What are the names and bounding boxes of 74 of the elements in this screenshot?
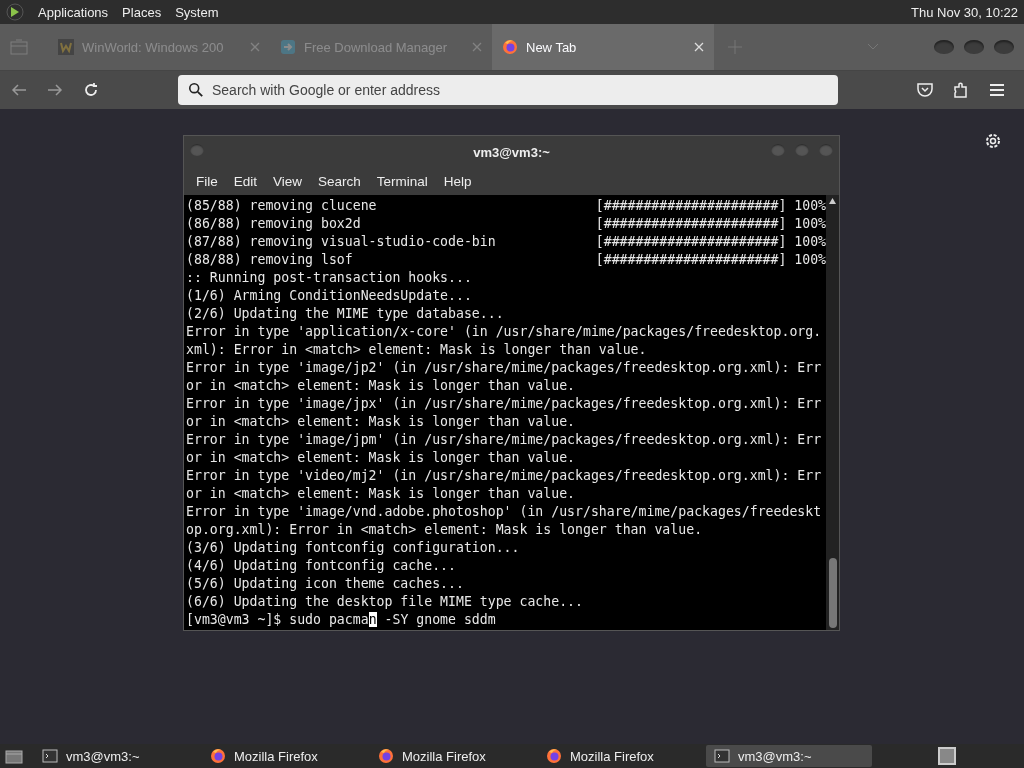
taskbar-button[interactable]: vm3@vm3:~: [34, 745, 200, 767]
browser-tab[interactable]: New Tab: [492, 24, 714, 70]
terminal-line: Error in type 'image/jp2' (in /usr/share/mime/packages/freedesktop.org.xml): Err: [186, 359, 823, 377]
address-field[interactable]: Search with Google or enter address: [178, 75, 838, 105]
scrollbar[interactable]: [826, 195, 839, 630]
letter-logo-icon: [58, 39, 74, 55]
terminal-line: (85/88) removing clucene: [186, 197, 377, 215]
terminal-line: Error in type 'image/vnd.adobe.photoshop' (in /usr/share/mime/packages/freedeskt: [186, 503, 823, 521]
workspace-switcher[interactable]: [938, 747, 956, 765]
firefox-icon: [546, 748, 562, 764]
menu-item[interactable]: File: [188, 174, 226, 189]
menu-item[interactable]: Help: [435, 174, 480, 189]
terminal-line: (88/88) removing lsof: [186, 251, 353, 269]
menu-item[interactable]: Edit: [225, 174, 266, 189]
scrollbar-thumb[interactable]: [829, 558, 838, 628]
window-button[interactable]: [771, 144, 785, 156]
terminal-line: (4/6) Updating fontconfig cache...: [186, 557, 457, 575]
pocket-icon[interactable]: [916, 81, 934, 99]
terminal-line: (86/88) removing box2d: [186, 215, 361, 233]
menu-item[interactable]: Search: [310, 174, 369, 189]
terminal-line: (1/6) Arming ConditionNeedsUpdate...: [186, 287, 473, 305]
terminal-line: Error in type 'image/jpx' (in /usr/share/mime/packages/freedesktop.org.xml): Err: [186, 395, 823, 413]
firefox-icon: [502, 39, 518, 55]
terminal-line: (3/6) Updating fontconfig configuration...: [186, 539, 521, 557]
terminal-line: or in <match> element: Mask is longer than value.: [186, 377, 577, 395]
terminal-line: Error in type 'application/x-core' (in /usr/share/mime/packages/freedesktop.org.: [186, 323, 823, 341]
terminal-line: (87/88) removing visual-studio-code-bin: [186, 233, 496, 251]
terminal-line: :: Running post-transaction hooks...: [186, 269, 473, 287]
taskbar-button[interactable]: Mozilla Firefox: [202, 745, 368, 767]
terminal-icon: [42, 748, 58, 764]
menu-icon[interactable]: [988, 81, 1006, 99]
progress-text: [######################] 100%: [595, 233, 827, 251]
command-line[interactable]: [vm3@vm3 ~]$ sudo pacman -SY gnome sddm: [186, 611, 827, 629]
terminal-line: (2/6) Updating the MIME type database...: [186, 305, 505, 323]
panel-menu[interactable]: Places: [122, 4, 162, 20]
panel-menu[interactable]: System: [175, 4, 219, 20]
window-button[interactable]: [819, 144, 833, 156]
taskbar-button[interactable]: Mozilla Firefox: [370, 745, 536, 767]
progress-text: [######################] 100%: [595, 251, 827, 269]
search-icon: [188, 82, 204, 98]
window-button[interactable]: [795, 144, 809, 156]
close-icon[interactable]: [694, 42, 704, 52]
terminal-line: xml): Error in <match> element: Mask is longer than value.: [186, 341, 648, 359]
window-button[interactable]: [964, 40, 984, 54]
download-manager-icon: [280, 39, 296, 55]
terminal-line: Error in type 'image/jpm' (in /usr/share/mime/packages/freedesktop.org.xml): Err: [186, 431, 823, 449]
terminal-line: or in <match> element: Mask is longer than value.: [186, 413, 577, 431]
firefox-icon: [378, 748, 394, 764]
taskbar-button[interactable]: vm3@vm3:~: [706, 745, 872, 767]
taskbar-button[interactable]: Mozilla Firefox: [538, 745, 704, 767]
puzzle-icon[interactable]: [952, 81, 970, 99]
window-button[interactable]: [994, 40, 1014, 54]
window-title: vm3@vm3:~: [473, 144, 550, 160]
progress-text: [######################] 100%: [595, 197, 827, 215]
terminal-icon: [714, 748, 730, 764]
settings-icon[interactable]: [984, 132, 1002, 150]
terminal-line: or in <match> element: Mask is longer than value.: [186, 485, 577, 503]
menu-item[interactable]: Terminal: [368, 174, 436, 189]
terminal-line: op.org.xml): Error in <match> element: Mask is longer than value.: [186, 521, 704, 539]
window-button[interactable]: [934, 40, 954, 54]
terminal-line: (5/6) Updating icon theme caches...: [186, 575, 465, 593]
window-button[interactable]: [190, 144, 204, 156]
terminal-line: Error in type 'video/mj2' (in /usr/share/mime/packages/freedesktop.org.xml): Err: [186, 467, 823, 485]
reload-icon[interactable]: [82, 81, 100, 99]
firefox-icon: [210, 748, 226, 764]
terminal-line: (6/6) Updating the desktop file MIME type cache...: [186, 593, 584, 611]
show-desktop-icon[interactable]: [4, 747, 24, 765]
scroll-up-icon[interactable]: [829, 198, 837, 204]
menu-item[interactable]: View: [265, 174, 311, 189]
clock[interactable]: Thu Nov 30, 10:22: [911, 4, 1018, 20]
terminal-line: or in <match> element: Mask is longer than value.: [186, 449, 577, 467]
play-logo-icon[interactable]: [6, 3, 24, 21]
progress-text: [######################] 100%: [595, 215, 827, 233]
panel-menu[interactable]: Applications: [38, 4, 109, 20]
